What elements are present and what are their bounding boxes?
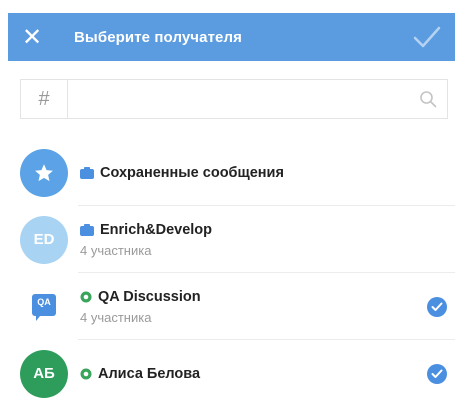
- checkmark-icon: [413, 26, 441, 48]
- chat-subtitle: 4 участника: [80, 242, 152, 258]
- search-bar: #: [20, 79, 448, 119]
- star-icon: [35, 163, 53, 181]
- chat-title: QA Discussion: [98, 288, 201, 305]
- close-button[interactable]: ✕: [8, 13, 56, 61]
- chat-texts: Алиса Белова: [80, 366, 200, 382]
- close-icon: ✕: [21, 23, 43, 51]
- group-icon: [80, 368, 92, 380]
- hashtag-icon[interactable]: #: [21, 80, 68, 118]
- channel-icon: [80, 223, 94, 236]
- channel-icon: [80, 166, 94, 179]
- search-icon[interactable]: [409, 80, 447, 118]
- chat-row-saved-messages[interactable]: Сохраненные сообщения: [0, 139, 455, 206]
- page-title: Выберите получателя: [74, 28, 242, 46]
- chat-subtitle: 4 участника: [80, 309, 152, 325]
- chat-texts: QA Discussion 4 участника: [80, 289, 201, 325]
- chat-title: Алиса Белова: [98, 365, 201, 382]
- search-input[interactable]: [68, 80, 409, 118]
- confirm-button[interactable]: [399, 13, 455, 61]
- chat-texts: Сохраненные сообщения: [80, 165, 284, 181]
- avatar: ED: [20, 215, 68, 264]
- avatar: QA: [20, 283, 68, 331]
- avatar: [20, 148, 68, 197]
- chat-row-enrich-develop[interactable]: ED Enrich&Develop 4 участника: [0, 206, 455, 273]
- group-icon: [80, 291, 92, 303]
- chat-texts: Enrich&Develop 4 участника: [80, 222, 212, 258]
- chat-list: Сохраненные сообщения ED Enrich&Develop …: [0, 139, 455, 407]
- chat-row-qa-discussion[interactable]: QA QA Discussion 4 участника: [0, 273, 455, 340]
- avatar-label: QA: [37, 296, 51, 307]
- header-bar: ✕ Выберите получателя: [8, 13, 455, 61]
- selected-check-icon[interactable]: [427, 363, 447, 384]
- selected-check-icon[interactable]: [427, 296, 447, 317]
- chat-title: Сохраненные сообщения: [100, 164, 284, 181]
- chat-row-alisa-belova[interactable]: АБ Алиса Белова: [0, 340, 455, 407]
- avatar: АБ: [20, 349, 68, 398]
- chat-title: Enrich&Develop: [100, 221, 212, 238]
